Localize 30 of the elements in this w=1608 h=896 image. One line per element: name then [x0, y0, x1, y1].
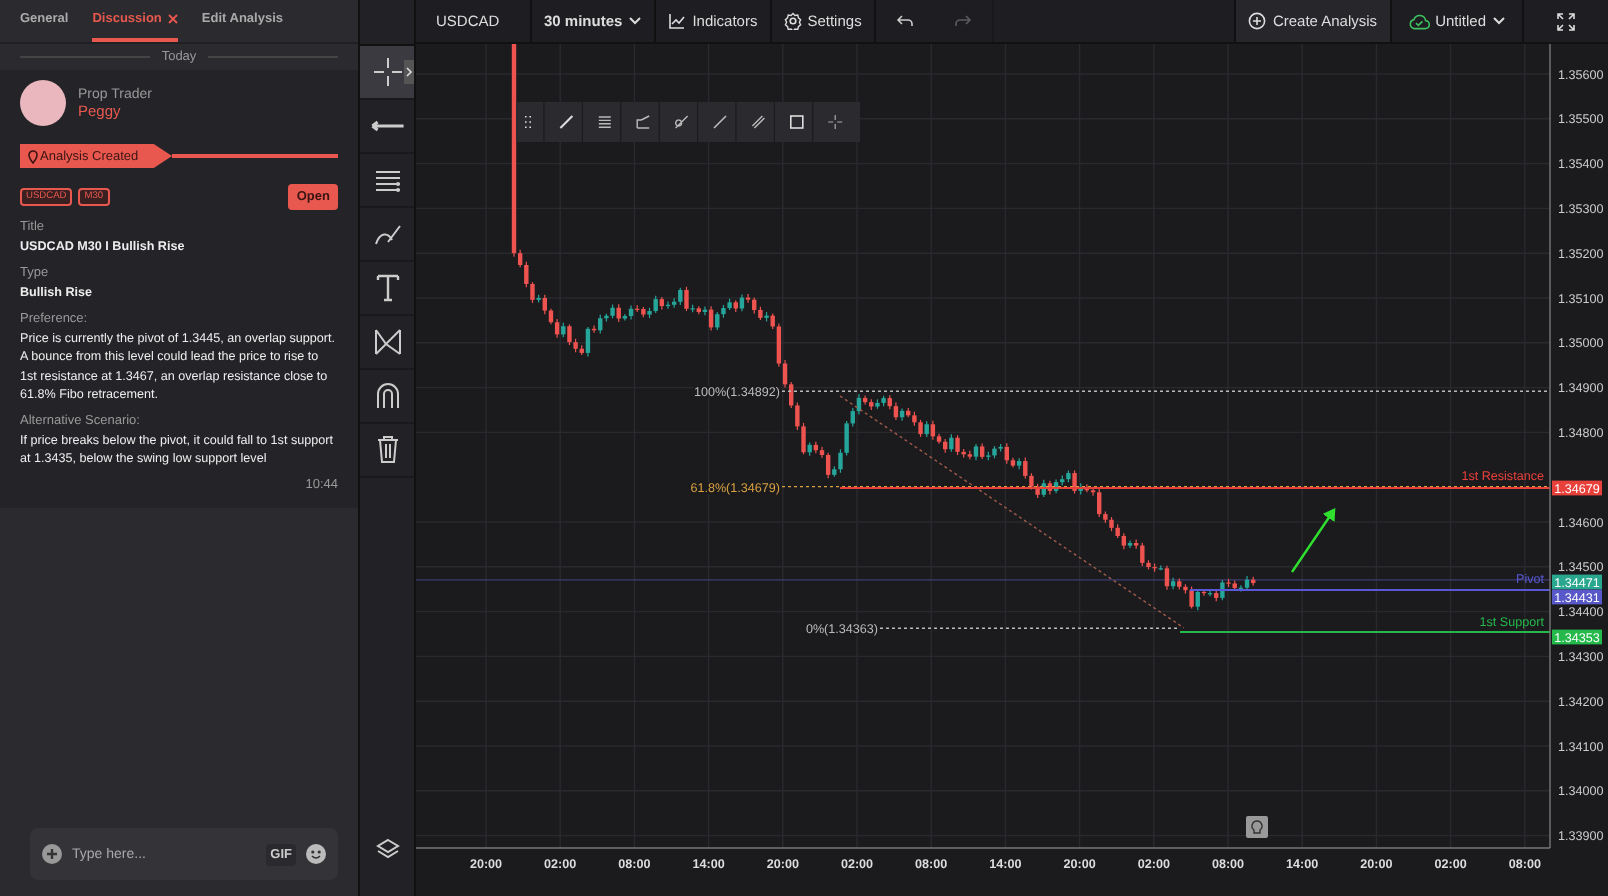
pencil-icon[interactable] [559, 115, 574, 129]
settings-icon [783, 12, 802, 30]
cloud-check-icon [1407, 13, 1430, 29]
crosshair-icon[interactable] [827, 114, 843, 130]
plus-icon[interactable] [42, 844, 62, 864]
grip-icon[interactable] [525, 116, 531, 128]
lightbulb-icon[interactable] [1246, 816, 1268, 838]
line-tool-icon[interactable] [674, 115, 689, 129]
avatar-icon [20, 80, 66, 126]
plus-circle-icon [1248, 12, 1267, 30]
text-lines-icon[interactable] [598, 116, 612, 128]
line-icon[interactable] [713, 115, 727, 129]
arrow-drawing [1291, 508, 1336, 573]
pin-icon [28, 149, 38, 163]
emoji-icon[interactable] [306, 844, 326, 864]
rectangle-icon[interactable] [790, 115, 804, 129]
chart-line-icon [668, 12, 687, 30]
close-icon[interactable] [167, 14, 178, 24]
parallel-lines-icon[interactable] [751, 115, 766, 129]
chevron-icon[interactable] [404, 60, 414, 84]
drawing-tool[interactable] [360, 46, 414, 100]
pattern-icon [369, 324, 405, 360]
chevron-icon [628, 16, 643, 26]
fullscreen-icon [1556, 11, 1576, 31]
undo-icon [895, 14, 914, 28]
arrow-line-icon [369, 120, 405, 132]
crosshair-icon [369, 54, 405, 90]
layers-icon[interactable] [375, 838, 399, 862]
redo-icon [953, 14, 972, 28]
chevron-icon [1492, 16, 1506, 26]
